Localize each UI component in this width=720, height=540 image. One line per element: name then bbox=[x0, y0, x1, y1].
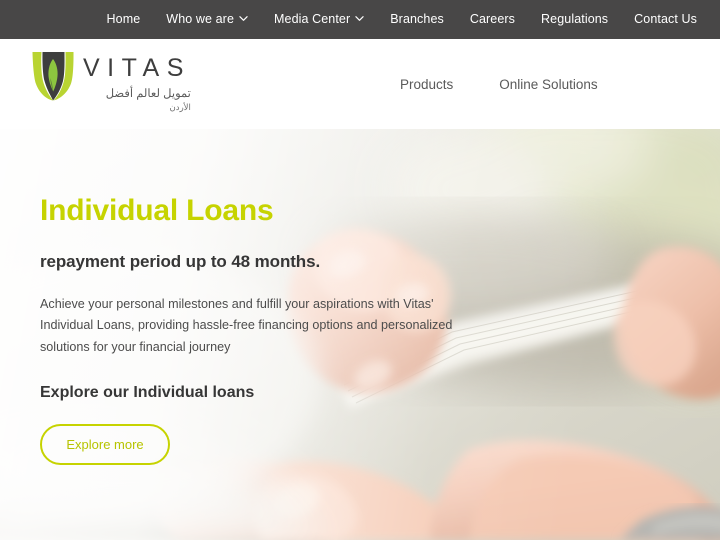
chevron-down-icon bbox=[239, 14, 248, 23]
site-header: VITAS تمويل لعالم أفضل الأردن Products O… bbox=[0, 39, 720, 129]
chevron-down-icon bbox=[355, 14, 364, 23]
nav-item-label: Media Center bbox=[274, 12, 351, 26]
nav-item-label: Home bbox=[106, 12, 141, 26]
hero-paragraph: Achieve your personal milestones and ful… bbox=[40, 296, 453, 354]
nav-item-regulations[interactable]: Regulations bbox=[528, 0, 621, 39]
nav-item-contact-us[interactable]: Contact Us bbox=[621, 0, 710, 39]
nav-item-media-center[interactable]: Media Center bbox=[261, 0, 377, 39]
nav-item-label: Regulations bbox=[541, 12, 609, 26]
nav-item-label: Branches bbox=[390, 12, 444, 26]
header-nav-item-products[interactable]: Products bbox=[400, 77, 453, 92]
nav-item-careers[interactable]: Careers bbox=[457, 0, 528, 39]
vitas-shield-logo-icon bbox=[30, 50, 76, 102]
hero-title: Individual Loans bbox=[40, 194, 274, 227]
logo-country-arabic: الأردن bbox=[169, 102, 191, 113]
nav-item-label: Careers bbox=[469, 12, 516, 26]
explore-more-button[interactable]: Explore more bbox=[40, 424, 170, 466]
nav-item-branches[interactable]: Branches bbox=[377, 0, 457, 39]
top-navigation-bar: Home Who we are Media Center Branches Ca… bbox=[0, 0, 720, 39]
nav-item-label: Who we are bbox=[166, 12, 234, 26]
hero-banner: Individual Loans repayment period up to … bbox=[0, 129, 720, 540]
nav-item-who-we-are[interactable]: Who we are bbox=[153, 0, 261, 39]
logo-tagline-arabic: تمويل لعالم أفضل bbox=[105, 88, 191, 100]
nav-item-home[interactable]: Home bbox=[94, 0, 154, 39]
logo-wordmark: VITAS bbox=[83, 54, 191, 82]
site-logo[interactable]: VITAS تمويل لعالم أفضل الأردن bbox=[30, 50, 191, 113]
hero-content: Individual Loans repayment period up to … bbox=[40, 194, 510, 466]
nav-item-label: Contact Us bbox=[634, 12, 697, 26]
header-navigation: Products Online Solutions bbox=[400, 39, 598, 129]
header-nav-item-online-solutions[interactable]: Online Solutions bbox=[499, 77, 597, 92]
page-root: Home Who we are Media Center Branches Ca… bbox=[0, 0, 720, 540]
logo-text-block: VITAS تمويل لعالم أفضل الأردن bbox=[83, 50, 191, 113]
hero-cta-heading: Explore our Individual loans bbox=[40, 384, 255, 402]
hero-subtitle: repayment period up to 48 months. bbox=[40, 251, 321, 271]
